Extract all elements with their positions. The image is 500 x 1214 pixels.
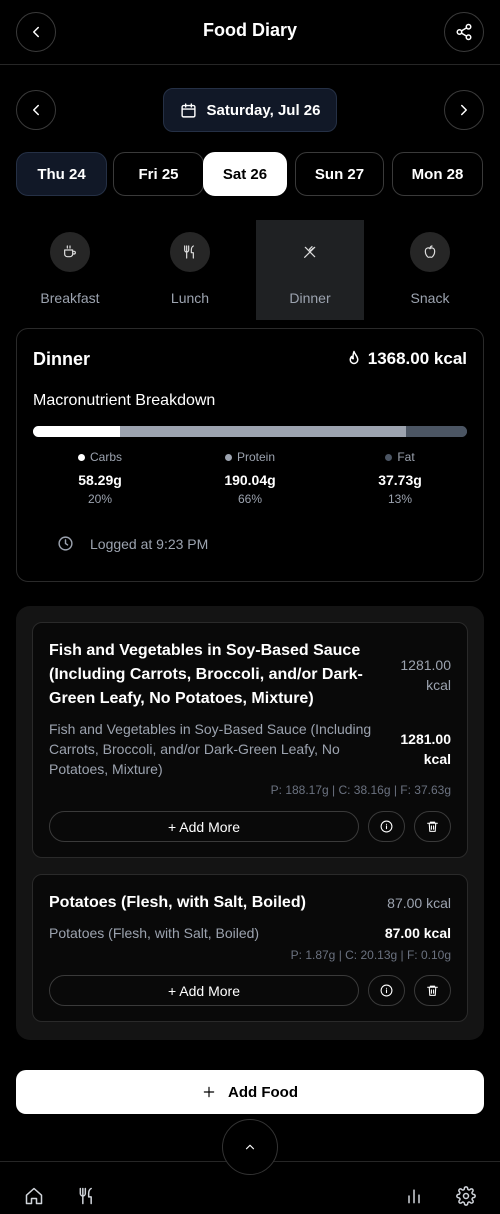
food-macros: P: 188.17g | C: 38.16g | F: 37.63g xyxy=(270,783,451,797)
logged-time: Logged at 9:23 PM xyxy=(57,535,208,552)
macro-name: Protein xyxy=(236,450,276,464)
meal-summary-title: Dinner xyxy=(33,349,91,369)
meal-total-calories-value: 1368.00 kcal xyxy=(367,349,467,368)
tab-lunch[interactable]: Lunch xyxy=(136,220,244,320)
collapse-button[interactable] xyxy=(222,1119,278,1175)
day-chip-mon-28[interactable]: Mon 28 xyxy=(392,152,483,196)
macro-bar-carbs xyxy=(33,426,120,437)
header: Food Diary xyxy=(0,0,500,65)
home-icon[interactable] xyxy=(24,1186,44,1206)
macro-name: Fat xyxy=(397,450,415,464)
food-macros: P: 1.87g | C: 20.13g | F: 0.10g xyxy=(290,948,451,962)
food-description: Potatoes (Flesh, with Salt, Boiled) xyxy=(49,925,260,941)
macro-protein: Protein 190.04g 66% xyxy=(190,450,310,506)
page-title: Food Diary xyxy=(202,20,297,40)
delete-button[interactable] xyxy=(414,975,451,1006)
chevron-left-icon xyxy=(33,104,39,116)
food-description: Fish and Vegetables in Soy-Based Sauce (… xyxy=(49,721,372,777)
macro-grams: 58.29g xyxy=(78,472,122,488)
share-button[interactable] xyxy=(444,12,484,52)
prev-date-button[interactable] xyxy=(16,90,56,130)
macro-dot xyxy=(77,453,85,461)
utensils-crossed-icon xyxy=(290,232,330,272)
clock-icon xyxy=(58,536,73,551)
trash-icon xyxy=(427,985,438,996)
day-chip-thu-24[interactable]: Thu 24 xyxy=(16,152,107,196)
day-chip-fri-25[interactable]: Fri 25 xyxy=(113,152,204,196)
macro-dot xyxy=(385,453,393,461)
tab-breakfast-label: Breakfast xyxy=(40,290,100,306)
trash-icon xyxy=(427,821,438,832)
day-chip-sun-27[interactable]: Sun 27 xyxy=(295,152,384,196)
plus-icon xyxy=(203,1086,215,1098)
macro-fat: Fat 37.73g 13% xyxy=(340,450,460,506)
food-kcal: 87.00 kcal xyxy=(384,925,451,941)
chevron-up-icon xyxy=(245,1144,255,1150)
bar-chart-icon[interactable] xyxy=(404,1186,424,1206)
macro-dot xyxy=(224,453,232,461)
macro-percent: 13% xyxy=(387,492,413,506)
meal-summary-card: Dinner 1368.00 kcal Macronutrient Breakd… xyxy=(16,328,484,582)
macro-grams: 37.73g xyxy=(378,472,422,488)
food-list: Fish and Vegetables in Soy-Based Sauce (… xyxy=(16,606,484,1040)
food-entry: Potatoes (Flesh, with Salt, Boiled) 87.0… xyxy=(32,874,468,1022)
date-picker-button[interactable]: Saturday, Jul 26 xyxy=(163,88,337,132)
add-food-label: Add Food xyxy=(228,1083,298,1101)
tab-snack-label: Snack xyxy=(410,290,450,306)
tab-snack[interactable]: Snack xyxy=(376,220,484,320)
macro-percent: 20% xyxy=(87,492,113,506)
macro-bar-fat xyxy=(406,426,467,437)
macro-percent: 66% xyxy=(237,492,263,506)
food-name: Fish and Vegetables in Soy-Based Sauce (… xyxy=(49,642,363,707)
meal-total-calories: 1368.00 kcal xyxy=(345,349,467,369)
food-entry: Fish and Vegetables in Soy-Based Sauce (… xyxy=(32,622,468,858)
logged-time-text: Logged at 9:23 PM xyxy=(90,535,209,552)
apple-icon xyxy=(410,232,450,272)
macro-grams: 190.04g xyxy=(224,472,276,488)
next-date-button[interactable] xyxy=(444,90,484,130)
food-kcal: 1281.00 kcal xyxy=(400,731,451,767)
utensils-icon xyxy=(170,232,210,272)
tab-lunch-label: Lunch xyxy=(170,290,210,306)
add-food-button[interactable]: Add Food xyxy=(16,1070,484,1114)
macro-bar xyxy=(33,426,467,437)
calendar-icon xyxy=(180,102,196,118)
utensils-icon[interactable] xyxy=(77,1186,97,1206)
food-name: Potatoes (Flesh, with Salt, Boiled) xyxy=(49,894,306,911)
settings-icon[interactable] xyxy=(456,1186,476,1206)
coffee-icon xyxy=(50,232,90,272)
info-button[interactable] xyxy=(368,811,405,842)
tab-breakfast[interactable]: Breakfast xyxy=(16,220,124,320)
add-more-button[interactable]: + Add More xyxy=(49,975,359,1006)
info-icon xyxy=(380,984,393,997)
selected-date: Saturday, Jul 26 xyxy=(206,101,321,119)
info-button[interactable] xyxy=(368,975,405,1006)
tab-dinner-label: Dinner xyxy=(289,290,331,306)
macro-breakdown-title: Macronutrient Breakdown xyxy=(33,392,216,409)
food-kcal-summary: 87.00 kcal xyxy=(387,895,451,911)
macro-bar-protein xyxy=(119,426,407,437)
add-more-button[interactable]: + Add More xyxy=(49,811,359,842)
tab-dinner[interactable]: Dinner xyxy=(256,220,364,320)
day-chip-sat-26[interactable]: Sat 26 xyxy=(203,152,287,196)
flame-icon xyxy=(349,350,359,365)
delete-button[interactable] xyxy=(414,811,451,842)
macro-name: Carbs xyxy=(89,450,122,464)
macro-carbs: Carbs 58.29g 20% xyxy=(40,450,160,506)
food-kcal-summary: 1281.00 kcal xyxy=(400,657,451,693)
info-icon xyxy=(380,820,393,833)
chevron-right-icon xyxy=(461,104,467,116)
share-icon xyxy=(456,23,472,41)
